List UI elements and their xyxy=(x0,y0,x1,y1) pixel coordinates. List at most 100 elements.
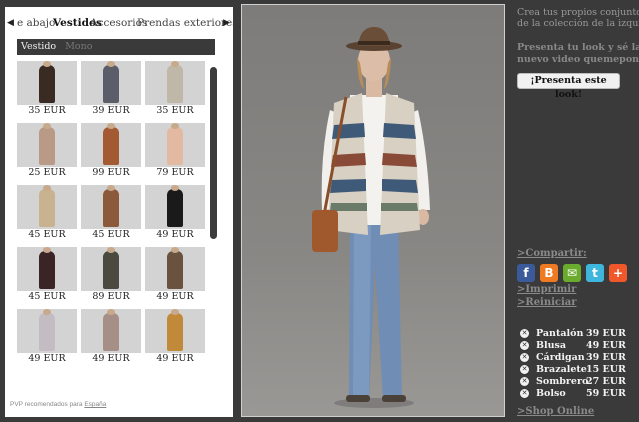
product-thumbnail[interactable] xyxy=(81,247,141,291)
tab-prendas-exteriores[interactable]: Prendas exteriores xyxy=(137,17,233,29)
product-thumbnail[interactable] xyxy=(81,309,141,353)
product-price: 25 EUR xyxy=(28,167,66,178)
present-line-2: nuevo video quemepongo xyxy=(517,54,639,65)
product-price: 89 EUR xyxy=(92,291,130,302)
model-photo xyxy=(241,4,505,417)
outfit-item: ✕ Blusa 49 EUR xyxy=(520,340,632,352)
product-price: 35 EUR xyxy=(156,105,194,116)
triangle-right-icon[interactable]: ▶ xyxy=(223,18,230,28)
outfit-item: ✕ Brazalete 15 EUR xyxy=(520,364,632,376)
product-item[interactable]: 45 EUR xyxy=(17,247,79,309)
product-item[interactable]: 99 EUR xyxy=(81,123,143,185)
addthis-icon[interactable]: + xyxy=(609,264,627,282)
product-thumbnail[interactable] xyxy=(17,123,77,167)
outfit-item: ✕ Bolso 59 EUR xyxy=(520,388,632,400)
product-item[interactable]: 35 EUR xyxy=(145,61,207,123)
footnote-text: PVP recomendados para xyxy=(10,401,83,408)
product-price: 45 EUR xyxy=(92,229,130,240)
product-item[interactable]: 79 EUR xyxy=(145,123,207,185)
product-thumbnail[interactable] xyxy=(145,61,205,105)
product-thumbnail[interactable] xyxy=(17,61,77,105)
product-item[interactable]: 49 EUR xyxy=(81,309,143,371)
share-link[interactable]: >Compartir: xyxy=(517,248,587,259)
blogger-icon[interactable]: B xyxy=(540,264,558,282)
subtab-vestido[interactable]: Vestido xyxy=(21,41,56,52)
product-thumbnail[interactable] xyxy=(81,123,141,167)
remove-circle-icon[interactable]: ✕ xyxy=(520,341,529,350)
outfit-item-price: 39 EUR xyxy=(586,352,626,363)
product-item[interactable]: 49 EUR xyxy=(145,247,207,309)
print-link[interactable]: >Imprimir xyxy=(517,284,576,295)
present-line-1: Presenta tu look y sé la est xyxy=(517,42,639,53)
product-item[interactable]: 49 EUR xyxy=(145,185,207,247)
category-tabs: ◀ e abajo Vestidos Accesorios Prendas ex… xyxy=(5,17,233,35)
remove-circle-icon[interactable]: ✕ xyxy=(520,329,529,338)
product-thumbnail[interactable] xyxy=(17,309,77,353)
triangle-left-icon[interactable]: ◀ xyxy=(7,18,14,28)
tab-abajo[interactable]: e abajo xyxy=(17,17,55,29)
outfit-item-price: 15 EUR xyxy=(586,364,626,375)
product-price: 49 EUR xyxy=(156,229,194,240)
remove-circle-icon[interactable]: ✕ xyxy=(520,389,529,398)
outfit-item-name: Brazalete xyxy=(536,364,587,375)
product-thumbnail[interactable] xyxy=(17,247,77,291)
outfit-item-price: 39 EUR xyxy=(586,328,626,339)
product-item[interactable]: 89 EUR xyxy=(81,247,143,309)
dress-image xyxy=(103,247,119,289)
product-thumbnail[interactable] xyxy=(17,185,77,229)
dress-image xyxy=(103,185,119,227)
country-link[interactable]: España xyxy=(84,401,106,408)
subcategory-bar: Vestido Mono xyxy=(17,39,215,55)
product-item[interactable]: 49 EUR xyxy=(17,309,79,371)
product-price: 49 EUR xyxy=(92,353,130,364)
remove-circle-icon[interactable]: ✕ xyxy=(520,353,529,362)
dress-image xyxy=(167,309,183,351)
outfit-item-price: 59 EUR xyxy=(586,388,626,399)
outfit-item: ✕ Cárdigan 39 EUR xyxy=(520,352,632,364)
intro-text: Crea tus propios conjuntos de la colecci… xyxy=(517,7,639,29)
reset-link[interactable]: >Reiniciar xyxy=(517,297,577,308)
product-price: 45 EUR xyxy=(28,229,66,240)
product-item[interactable]: 49 EUR xyxy=(145,309,207,371)
scrollbar[interactable] xyxy=(210,67,217,239)
outfit-item-price: 27 EUR xyxy=(586,376,626,387)
outfit-item: ✕ Pantalón 39 EUR xyxy=(520,328,632,340)
outfit-item-name: Cárdigan xyxy=(536,352,585,363)
dress-image xyxy=(39,185,55,227)
facebook-icon[interactable]: f xyxy=(517,264,535,282)
product-thumbnail[interactable] xyxy=(145,123,205,167)
subtab-mono[interactable]: Mono xyxy=(65,41,92,52)
shop-online-link[interactable]: >Shop Online xyxy=(517,406,594,417)
dress-image xyxy=(167,61,183,103)
product-thumbnail[interactable] xyxy=(145,247,205,291)
product-price: 39 EUR xyxy=(92,105,130,116)
product-thumbnail[interactable] xyxy=(81,185,141,229)
dress-image xyxy=(103,309,119,351)
outfit-item-name: Blusa xyxy=(536,340,567,351)
email-icon[interactable]: ✉ xyxy=(563,264,581,282)
outfit-item-name: Pantalón xyxy=(536,328,584,339)
product-item[interactable]: 45 EUR xyxy=(17,185,79,247)
product-item[interactable]: 45 EUR xyxy=(81,185,143,247)
product-item[interactable]: 25 EUR xyxy=(17,123,79,185)
remove-circle-icon[interactable]: ✕ xyxy=(520,365,529,374)
remove-circle-icon[interactable]: ✕ xyxy=(520,377,529,386)
product-thumbnail[interactable] xyxy=(145,309,205,353)
product-price: 35 EUR xyxy=(28,105,66,116)
dress-image xyxy=(39,309,55,351)
outfit-list: ✕ Pantalón 39 EUR ✕ Blusa 49 EUR ✕ Cárdigan 39 E… xyxy=(520,328,632,400)
present-look-button[interactable]: ¡Presenta este look! xyxy=(517,73,620,100)
dress-image xyxy=(167,185,183,227)
outfit-item-name: Bolso xyxy=(536,388,566,399)
product-item[interactable]: 35 EUR xyxy=(17,61,79,123)
present-text: Presenta tu look y sé la est nuevo video… xyxy=(517,42,639,66)
product-thumbnail[interactable] xyxy=(145,185,205,229)
dress-image xyxy=(103,123,119,165)
dress-image xyxy=(167,247,183,289)
outfit-item-price: 49 EUR xyxy=(586,340,626,351)
dress-image xyxy=(103,61,119,103)
product-item[interactable]: 39 EUR xyxy=(81,61,143,123)
product-price: 49 EUR xyxy=(156,291,194,302)
twitter-icon[interactable]: t xyxy=(586,264,604,282)
product-thumbnail[interactable] xyxy=(81,61,141,105)
